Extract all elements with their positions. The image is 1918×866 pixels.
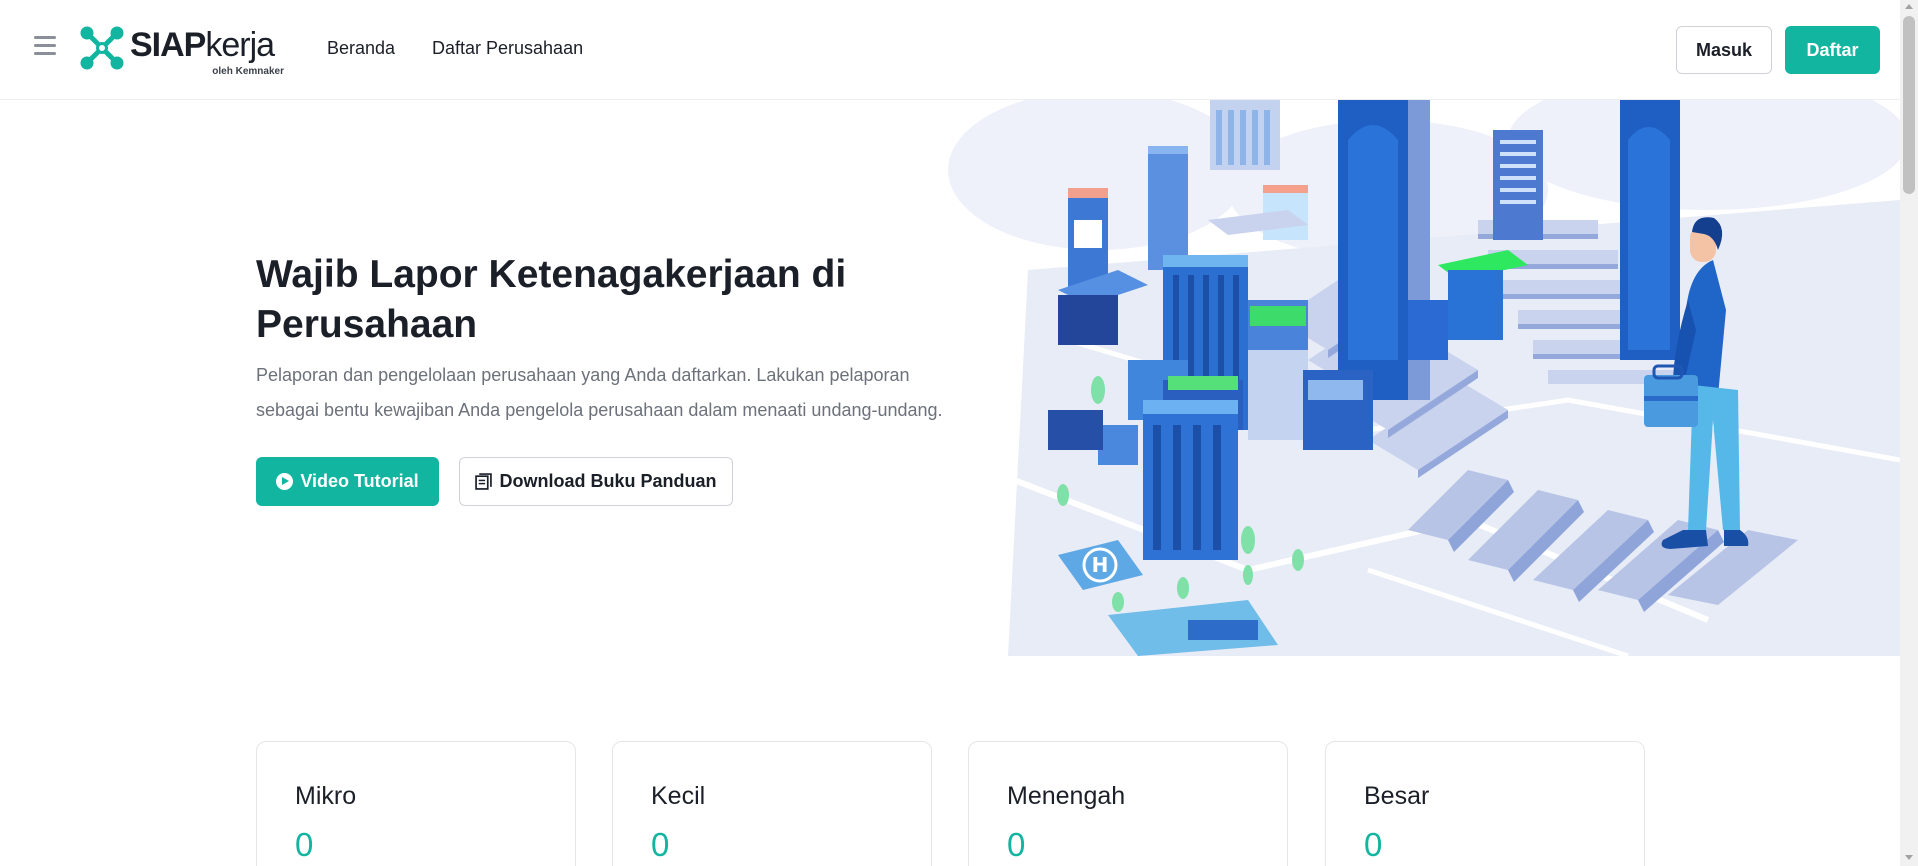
stat-label: Kecil	[651, 782, 706, 810]
hero-description: Pelaporan dan pengelolaan perusahaan yan…	[256, 365, 943, 420]
stat-value: 0	[1364, 826, 1383, 863]
download-guide-label: Download Buku Panduan	[499, 471, 717, 491]
top-navbar: SIAPkerja oleh Kemnaker Beranda Daftar P…	[0, 0, 1900, 100]
stat-label: Menengah	[1007, 782, 1126, 810]
nav-link-beranda[interactable]: Beranda	[327, 38, 395, 59]
scroll-up-arrow-icon[interactable]	[1905, 4, 1913, 9]
logo-tagline: oleh Kemnaker	[212, 66, 284, 77]
hamburger-menu-icon[interactable]	[30, 36, 60, 64]
helipad-letter: H	[1092, 553, 1109, 577]
play-circle-icon	[276, 473, 294, 490]
stat-value: 0	[1007, 826, 1026, 863]
nav-link-daftar-perusahaan[interactable]: Daftar Perusahaan	[432, 38, 583, 59]
logo-wordmark: SIAPkerja	[130, 26, 275, 64]
stat-card-besar: Besar 0	[1325, 741, 1645, 866]
register-button[interactable]: Daftar	[1785, 26, 1880, 74]
stat-card-mikro: Mikro 0	[256, 741, 576, 866]
stat-card-menengah: Menengah 0	[968, 741, 1288, 866]
stat-label: Mikro	[295, 782, 357, 810]
login-button[interactable]: Masuk	[1676, 26, 1772, 74]
video-tutorial-button[interactable]: Video Tutorial	[256, 457, 439, 506]
hero-city-illustration: H	[948, 100, 1900, 656]
video-tutorial-label: Video Tutorial	[300, 471, 419, 491]
page-scrollbar[interactable]	[1900, 0, 1918, 866]
siapkerja-logo-icon	[80, 26, 124, 70]
scrollbar-thumb[interactable]	[1903, 16, 1915, 194]
hero-title: Wajib Lapor Ketenagakerjaan di Perusahaa…	[256, 253, 847, 346]
stat-value: 0	[295, 826, 314, 863]
stat-card-kecil: Kecil 0	[612, 741, 932, 866]
siapkerja-logo[interactable]: SIAPkerja oleh Kemnaker	[78, 22, 284, 78]
download-guide-button[interactable]: Download Buku Panduan	[459, 457, 733, 506]
stat-value: 0	[651, 826, 670, 863]
book-icon	[475, 473, 493, 490]
stat-label: Besar	[1364, 782, 1430, 810]
scroll-down-arrow-icon[interactable]	[1905, 855, 1913, 860]
